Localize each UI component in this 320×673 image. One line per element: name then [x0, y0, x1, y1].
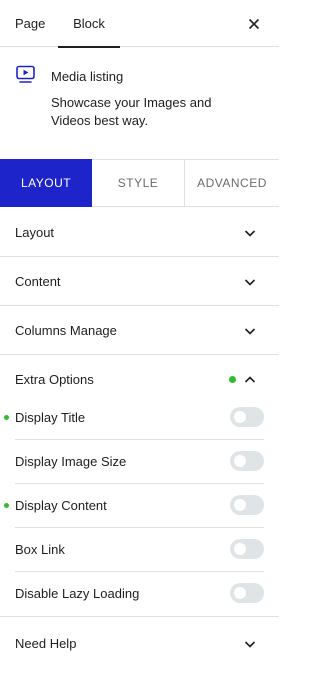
chevron-down-icon [244, 279, 256, 286]
section-extra-label: Extra Options [15, 372, 94, 387]
toggle-knob [234, 455, 246, 467]
top-tabs: Page Block [0, 0, 279, 48]
section-columns-label: Columns Manage [15, 323, 117, 338]
modified-indicator [4, 503, 9, 508]
video-play-icon [16, 65, 35, 83]
option-label: Display Title [15, 410, 86, 425]
option-disable-lazy-loading: Disable Lazy Loading [15, 572, 264, 616]
option-box-link: Box Link [15, 528, 264, 572]
option-label: Display Image Size [15, 454, 127, 469]
tab-page[interactable]: Page [15, 0, 45, 47]
block-card: Media listing Showcase your Images and V… [0, 47, 279, 139]
section-content[interactable]: Content [0, 257, 279, 306]
section-layout-label: Layout [15, 225, 55, 240]
box-link-toggle[interactable] [230, 539, 264, 559]
block-title: Media listing [51, 69, 124, 84]
option-display-image-size: Display Image Size [15, 440, 264, 484]
tab-block-label: Block [73, 16, 105, 31]
modified-indicator [4, 415, 9, 420]
option-label: Box Link [15, 542, 65, 557]
section-columns-manage[interactable]: Columns Manage [0, 306, 279, 355]
section-content-label: Content [15, 274, 61, 289]
chevron-down-icon [244, 230, 256, 237]
toggle-knob [234, 411, 246, 423]
chevron-down-icon [244, 641, 256, 648]
tab-advanced[interactable]: ADVANCED [185, 160, 279, 207]
tab-style[interactable]: STYLE [92, 160, 185, 207]
option-label: Disable Lazy Loading [15, 586, 140, 601]
display-title-toggle[interactable] [230, 407, 264, 427]
divider [0, 616, 279, 617]
option-display-content: Display Content [4, 484, 264, 528]
option-label: Display Content [15, 498, 107, 513]
display-content-toggle[interactable] [230, 495, 264, 515]
tab-block[interactable]: Block [58, 0, 120, 48]
close-button[interactable] [244, 14, 264, 34]
disable-lazy-loading-toggle[interactable] [230, 583, 264, 603]
section-need-help[interactable]: Need Help [0, 619, 279, 668]
toggle-knob [234, 543, 246, 555]
section-help-label: Need Help [15, 636, 77, 651]
section-layout[interactable]: Layout [0, 208, 279, 257]
tab-layout[interactable]: LAYOUT [0, 159, 92, 207]
chevron-up-icon [244, 376, 256, 383]
chevron-down-icon [244, 328, 256, 335]
modified-indicator [229, 376, 236, 383]
display-image-size-toggle[interactable] [230, 451, 264, 471]
close-icon [248, 18, 260, 30]
toggle-knob [234, 499, 246, 511]
block-description: Showcase your Images and Videos best way… [51, 95, 212, 128]
panel-tabs: LAYOUT STYLE ADVANCED [0, 159, 279, 207]
toggle-knob [234, 587, 246, 599]
option-display-title: Display Title [4, 396, 264, 440]
